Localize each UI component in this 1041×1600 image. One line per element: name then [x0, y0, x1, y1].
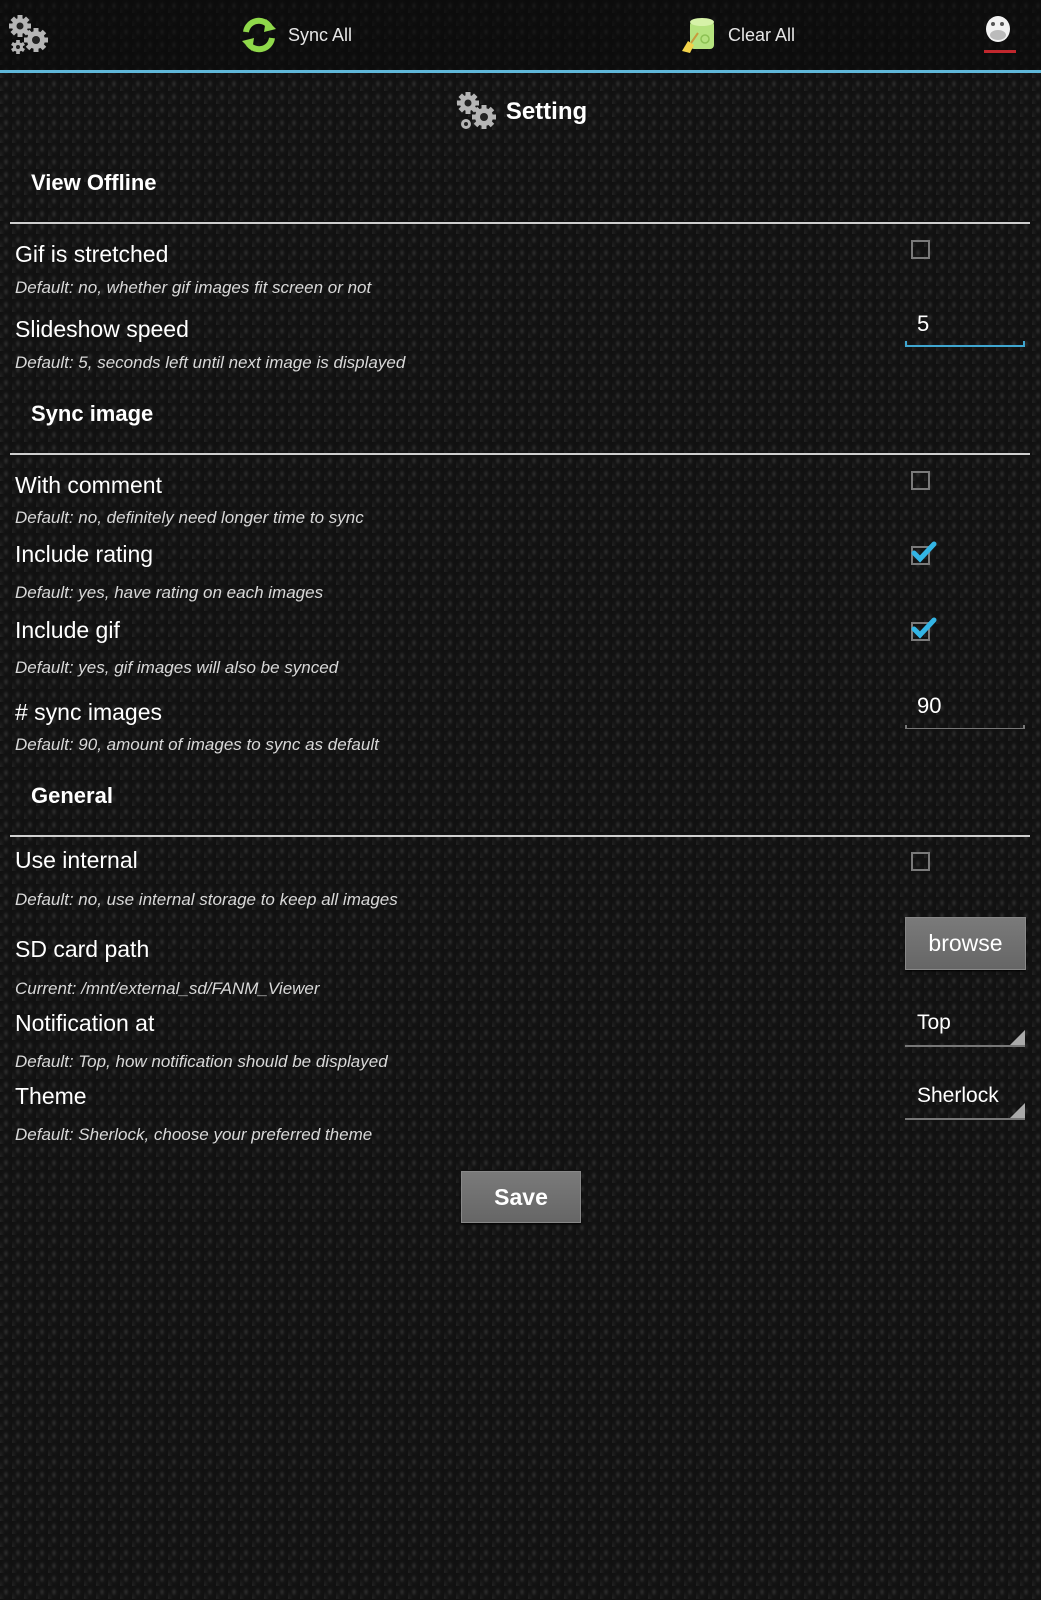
pref-desc-sd-card-path: Current: /mnt/external_sd/FANM_Viewer	[15, 979, 320, 998]
checkbox-with-comment[interactable]	[911, 471, 930, 490]
dropdown-triangle-icon	[1010, 1030, 1025, 1045]
dropdown-triangle-icon	[1010, 1103, 1025, 1118]
pref-desc-use-internal: Default: no, use internal storage to kee…	[15, 890, 398, 909]
sync-icon	[242, 17, 276, 53]
checkbox-gif-stretched[interactable]	[911, 240, 930, 259]
page-title-text: Setting	[505, 98, 588, 125]
sync-images-value: 90	[917, 693, 942, 718]
checkbox-include-gif[interactable]	[911, 617, 937, 641]
pref-title-gif-stretched: Gif is stretched	[15, 241, 169, 267]
pref-desc-theme: Default: Sherlock, choose your preferred…	[15, 1125, 373, 1144]
sync-all-button[interactable]: Sync All	[240, 0, 352, 70]
pref-desc-sync-images: Default: 90, amount of images to sync as…	[15, 735, 379, 754]
pref-desc-slideshow-speed: Default: 5, seconds left until next imag…	[15, 353, 406, 372]
settings-button[interactable]	[6, 0, 50, 70]
pref-title-include-gif: Include gif	[15, 617, 120, 643]
pref-title-slideshow-speed: Slideshow speed	[15, 316, 189, 342]
pref-title-include-rating: Include rating	[15, 541, 154, 567]
notification-at-value: Top	[917, 1011, 951, 1034]
pref-title-use-internal: Use internal	[15, 847, 138, 873]
pref-title-theme: Theme	[15, 1083, 87, 1109]
slideshow-speed-input[interactable]: 5	[905, 311, 1025, 347]
checkmark-icon	[911, 617, 937, 639]
pref-desc-with-comment: Default: no, definitely need longer time…	[15, 508, 364, 527]
checkbox-include-rating[interactable]	[911, 541, 937, 565]
section-divider	[10, 453, 1030, 455]
slideshow-speed-value: 5	[917, 311, 930, 336]
pref-title-with-comment: With comment	[15, 472, 162, 498]
pref-title-sd-card-path: SD card path	[15, 936, 150, 962]
pref-desc-notification-at: Default: Top, how notification should be…	[15, 1052, 388, 1071]
sync-images-input[interactable]: 90	[905, 693, 1025, 729]
pref-desc-gif-stretched: Default: no, whether gif images fit scre…	[15, 278, 372, 297]
save-button[interactable]: Save	[461, 1171, 581, 1223]
gears-icon	[456, 92, 496, 129]
notification-at-spinner[interactable]: Top	[905, 1011, 1025, 1047]
checkbox-use-internal[interactable]	[911, 852, 930, 871]
checkmark-icon	[911, 541, 937, 563]
section-title-view-offline: View Offline	[31, 170, 157, 195]
profile-button[interactable]	[980, 0, 1020, 70]
section-divider	[10, 222, 1030, 224]
sync-all-label: Sync All	[288, 24, 353, 45]
section-title-general: General	[31, 783, 113, 808]
pref-title-notification-at: Notification at	[15, 1010, 155, 1036]
section-title-sync-image: Sync image	[31, 401, 154, 426]
clear-all-label: Clear All	[728, 24, 796, 45]
page-title: Setting	[0, 90, 1041, 134]
section-divider	[10, 835, 1030, 837]
forever-alone-meme-icon	[984, 16, 1016, 53]
theme-spinner[interactable]: Sherlock	[905, 1084, 1025, 1120]
pref-title-sync-images: # sync images	[15, 699, 163, 725]
pref-desc-include-rating: Default: yes, have rating on each images	[15, 583, 324, 602]
clear-bucket-icon	[682, 18, 714, 53]
clear-all-button[interactable]: Clear All	[680, 0, 795, 70]
action-bar: Sync All Clear All	[0, 0, 1041, 73]
pref-desc-include-gif: Default: yes, gif images will also be sy…	[15, 658, 339, 677]
theme-value: Sherlock	[917, 1084, 999, 1107]
gears-icon	[9, 15, 48, 54]
browse-button[interactable]: browse	[905, 917, 1026, 970]
